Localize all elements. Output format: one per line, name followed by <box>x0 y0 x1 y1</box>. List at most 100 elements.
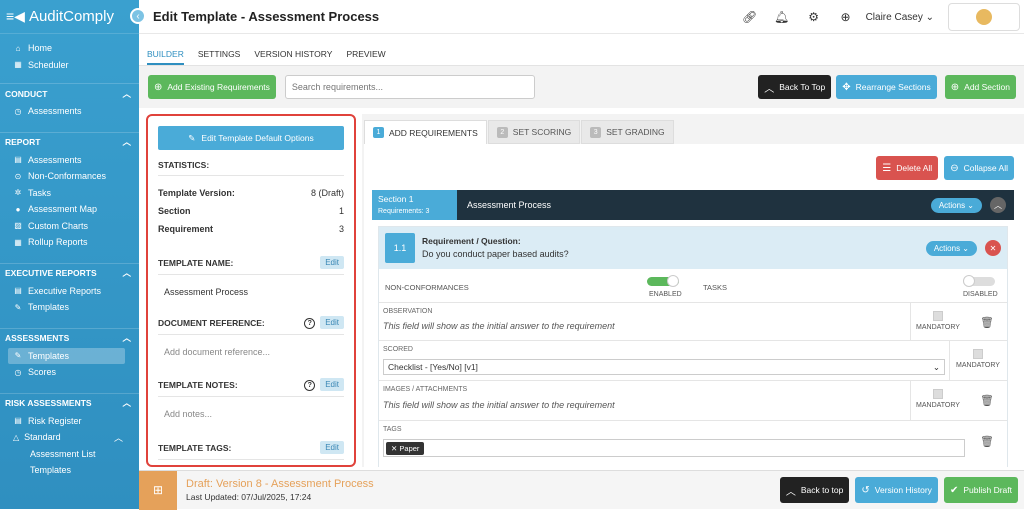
sidebar-item-risk-templates[interactable]: Templates <box>0 462 139 479</box>
add-existing-requirements-button[interactable]: ⊕ Add Existing Requirements <box>148 75 276 99</box>
observation-text[interactable]: This field will show as the initial answ… <box>383 321 615 331</box>
observation-mandatory[interactable]: MANDATORY <box>913 311 963 331</box>
sidebar-item-risk-register[interactable]: ▤ Risk Register <box>0 413 139 430</box>
remove-tag-icon[interactable]: ✕ <box>391 444 397 453</box>
requirements-content: ☰ Delete All ⊖ Collapse All Section 1 Requi… <box>364 144 1024 467</box>
images-mandatory[interactable]: MANDATORY <box>913 389 963 409</box>
stat-section: Section 1 <box>158 206 344 216</box>
link-icon[interactable]: 🔗︎ <box>734 10 766 24</box>
sidebar-item-executive-reports[interactable]: ▤ Executive Reports <box>0 283 139 300</box>
sidebar-item-rollup-reports[interactable]: ▦ Rollup Reports <box>0 234 139 251</box>
help-icon[interactable]: ? <box>304 318 316 329</box>
sidebar-section-conduct[interactable]: CONDUCT ︿ <box>0 83 139 103</box>
publish-draft-button[interactable]: ✔ Publish Draft <box>943 477 1018 503</box>
tab-add-requirements[interactable]: 1 ADD REQUIREMENTS <box>364 120 487 144</box>
scored-mandatory[interactable]: MANDATORY <box>953 349 1003 369</box>
sidebar-section-report[interactable]: REPORT ︿ <box>0 131 139 152</box>
non-conformances-toggle[interactable] <box>647 275 679 287</box>
back-to-top-bottom-button[interactable]: ︿ Back to top <box>779 477 850 503</box>
delete-all-button[interactable]: ☰ Delete All <box>876 156 939 180</box>
collapse-all-button[interactable]: ⊖ Collapse All <box>944 156 1014 180</box>
heading-label: STATISTICS: <box>158 160 210 170</box>
sidebar-item-conduct-assessments[interactable]: ◷ Assessments <box>0 103 139 120</box>
checkbox[interactable] <box>933 311 943 321</box>
scored-select[interactable]: Checklist - [Yes/No] [v1] ⌄ <box>383 359 945 375</box>
help-icon[interactable]: ? <box>304 380 316 391</box>
gear-icon[interactable]: ⚙︎ <box>798 10 830 24</box>
sidebar-item-non-conformances[interactable]: ⊙ Non-Conformances <box>0 168 139 185</box>
checkbox[interactable] <box>973 349 983 359</box>
sidebar-item-label: Templates <box>28 302 70 313</box>
scored-value: Checklist - [Yes/No] [v1] <box>388 362 478 372</box>
sidebar-item-label: Templates <box>28 350 70 361</box>
tab-preview[interactable]: PREVIEW <box>346 42 385 65</box>
section-actions-dropdown[interactable]: Actions ⌄ <box>930 197 982 213</box>
tab-version-history[interactable]: VERSION HISTORY <box>254 42 332 65</box>
rearrange-sections-button[interactable]: ✥ Rearrange Sections <box>836 75 937 99</box>
edit-template-default-options-button[interactable]: ✎ Edit Template Default Options <box>158 126 344 150</box>
sidebar-item-report-assessments[interactable]: ▤ Assessments <box>0 152 139 169</box>
bell-icon[interactable]: 🔔︎ <box>766 10 798 24</box>
edit-template-tags-button[interactable]: Edit <box>320 441 344 454</box>
avatar-image <box>976 9 992 25</box>
sidebar-item-templates-active[interactable]: ✎ Templates <box>8 347 125 364</box>
version-history-button[interactable]: ↺ Version History <box>855 477 938 503</box>
tab-label: SET SCORING <box>512 127 572 137</box>
back-to-top-button[interactable]: ︿ Back To Top <box>758 75 832 99</box>
edit-document-reference-button[interactable]: Edit <box>320 316 344 329</box>
tasks-toggle[interactable] <box>963 275 995 287</box>
collapse-section-icon[interactable]: ︿ <box>990 197 1006 213</box>
list-icon: ☰ <box>882 162 892 174</box>
delete-requirement-icon[interactable]: ✕ <box>985 240 1001 256</box>
tag-chip[interactable]: ✕ Paper <box>386 442 425 455</box>
tab-settings[interactable]: SETTINGS <box>198 42 241 65</box>
add-section-button[interactable]: ⊕ Add Section <box>944 75 1016 99</box>
home-icon: ⌂ <box>15 43 21 53</box>
last-updated: Last Updated: 07/Jul/2025, 17:24 <box>186 492 312 502</box>
trash-icon[interactable]: 🗑︎ <box>980 435 994 448</box>
sidebar-section-executive-reports[interactable]: EXECUTIVE REPORTS ︿ <box>0 262 139 283</box>
list-icon: ▤ <box>14 416 22 426</box>
sidebar-item-scheduler[interactable]: ▦ Scheduler <box>0 57 139 74</box>
app-logo[interactable]: ≡◀ AuditComply <box>0 0 139 34</box>
trash-icon[interactable]: 🗑︎ <box>980 394 994 407</box>
edit-template-name-button[interactable]: Edit <box>320 256 344 269</box>
sidebar-item-assessment-map[interactable]: ● Assessment Map <box>0 201 139 218</box>
checkbox[interactable] <box>933 389 943 399</box>
requirement-question[interactable]: Do you conduct paper based audits? <box>422 248 926 261</box>
non-conformances-state: ENABLED <box>649 291 682 298</box>
collapse-sidebar-button[interactable]: ‹ <box>130 8 146 24</box>
button-label: Actions <box>938 200 966 210</box>
chart-icon: ▨ <box>14 221 22 231</box>
tab-set-grading[interactable]: 3 SET GRADING <box>581 120 674 144</box>
user-menu[interactable]: Claire Casey ⌄ <box>866 12 934 23</box>
globe-icon[interactable]: ⊕ <box>830 10 862 24</box>
template-notes-placeholder[interactable]: Add notes... <box>158 397 344 425</box>
button-label: Back to top <box>800 485 844 495</box>
images-attachments-text[interactable]: This field will show as the initial answ… <box>383 400 615 410</box>
tab-set-scoring[interactable]: 2 SET SCORING <box>487 120 581 144</box>
chevron-down-icon: ⌄ <box>967 200 974 210</box>
sidebar-item-custom-charts[interactable]: ▨ Custom Charts <box>0 218 139 235</box>
search-requirements-input[interactable] <box>284 75 535 99</box>
trash-icon[interactable]: 🗑︎ <box>980 316 994 329</box>
tab-builder[interactable]: BUILDER <box>147 42 184 65</box>
tags-input[interactable]: ✕ Paper <box>383 439 965 457</box>
document-reference-placeholder[interactable]: Add document reference... <box>158 335 344 363</box>
sidebar-item-assessment-list[interactable]: Assessment List <box>0 446 139 463</box>
sidebar-item-standard[interactable]: △ Standard ︿ <box>0 429 139 446</box>
avatar[interactable] <box>948 3 1020 31</box>
sidebar-item-label: Templates <box>30 465 72 476</box>
sidebar-item-scores[interactable]: ◷ Scores <box>0 364 139 381</box>
sidebar-section-assessments[interactable]: ASSESSMENTS ︿ <box>0 327 139 348</box>
requirement-actions-dropdown[interactable]: Actions ⌄ <box>925 240 977 256</box>
button-label: Rearrange Sections <box>855 82 931 92</box>
section-header[interactable]: Section 1 Requirements: 3 Assessment Proc… <box>372 190 1014 220</box>
edit-template-notes-button[interactable]: Edit <box>320 378 344 391</box>
sidebar-item-tasks[interactable]: ✲ Tasks <box>0 185 139 202</box>
template-notes-heading: TEMPLATE NOTES:? Edit <box>158 378 344 397</box>
sidebar-section-risk-assessments[interactable]: RISK ASSESSMENTS ︿ <box>0 392 139 413</box>
stat-value: 3 <box>338 224 344 234</box>
sidebar-item-executive-templates[interactable]: ✎ Templates <box>0 299 139 316</box>
sidebar-item-home[interactable]: ⌂ Home <box>0 40 139 57</box>
